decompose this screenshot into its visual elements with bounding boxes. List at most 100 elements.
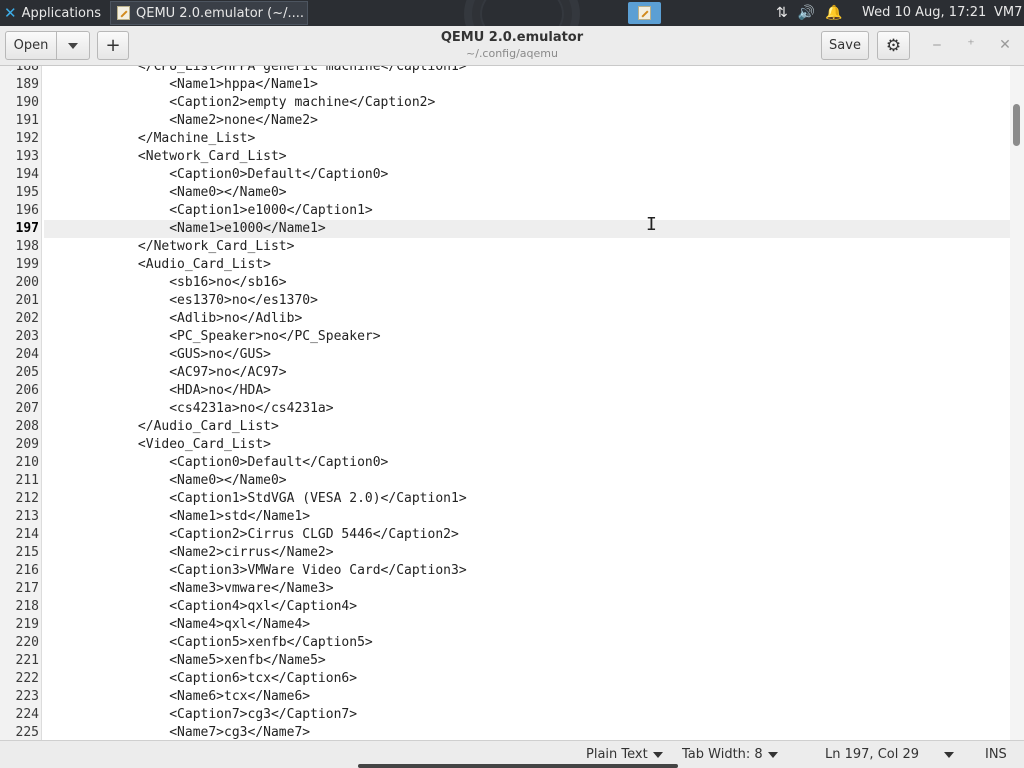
line-number: 197	[15, 221, 39, 236]
line-number: 216	[15, 563, 39, 578]
vertical-scrollbar[interactable]	[1010, 66, 1024, 740]
code-line[interactable]: <Caption0>Default</Caption0>	[44, 166, 1010, 184]
window-subtitle: ~/.config/aqemu	[466, 47, 558, 60]
line-number: 204	[15, 347, 39, 362]
user-menu[interactable]: VM7	[994, 0, 1024, 26]
line-number-gutter: 188 189 190 191 192 193 194 195 196 197 198 199 200 2…	[0, 66, 42, 740]
tab-width-label: Tab Width: 8	[682, 747, 763, 762]
header-bar: Open + QEMU 2.0.emulator ~/.config/aqemu…	[0, 26, 1024, 66]
code-line[interactable]: <Name6>tcx</Name6>	[44, 688, 1010, 706]
code-line[interactable]: <GUS>no</GUS>	[44, 346, 1010, 364]
code-line[interactable]: <Name1>hppa</Name1>	[44, 76, 1010, 94]
line-number: 225	[15, 725, 39, 740]
minimize-button[interactable]: ‒	[926, 34, 948, 56]
code-line[interactable]: <Name3>vmware</Name3>	[44, 580, 1010, 598]
code-line[interactable]: <Video_Card_List>	[44, 436, 1010, 454]
code-line[interactable]: <Name2>none</Name2>	[44, 112, 1010, 130]
line-number: 214	[15, 527, 39, 542]
line-number: 195	[15, 185, 39, 200]
code-line[interactable]: <es1370>no</es1370>	[44, 292, 1010, 310]
open-recent-button[interactable]	[56, 31, 90, 60]
notification-bell-icon[interactable]: 🔔	[825, 5, 842, 21]
code-line[interactable]: <Adlib>no</Adlib>	[44, 310, 1010, 328]
workspace-switcher[interactable]	[628, 2, 661, 24]
xfce-logo-icon: ✕	[4, 4, 17, 22]
code-line[interactable]: <Name7>cg3</Name7>	[44, 724, 1010, 740]
insert-mode-indicator[interactable]: INS	[985, 741, 1007, 768]
line-number: 222	[15, 671, 39, 686]
line-number: 215	[15, 545, 39, 560]
settings-button[interactable]: ⚙	[877, 31, 910, 60]
code-line[interactable]: <Name4>qxl</Name4>	[44, 616, 1010, 634]
volume-icon[interactable]: 🔊	[798, 5, 815, 21]
text-editor-view[interactable]: 188 189 190 191 192 193 194 195 196 197 198 199 200 2…	[0, 66, 1010, 740]
save-button[interactable]: Save	[821, 31, 869, 60]
code-line[interactable]: <Audio_Card_List>	[44, 256, 1010, 274]
text-content[interactable]: </CPU_List>HPPA generic machine</Caption…	[44, 66, 1010, 740]
code-line[interactable]: <Network_Card_List>	[44, 148, 1010, 166]
line-number: 202	[15, 311, 39, 326]
line-number: 200	[15, 275, 39, 290]
code-line[interactable]: <Caption1>e1000</Caption1>	[44, 202, 1010, 220]
window-title: QEMU 2.0.emulator	[440, 30, 584, 45]
code-line[interactable]: <HDA>no</HDA>	[44, 382, 1010, 400]
line-number: 211	[15, 473, 39, 488]
network-icon[interactable]: ⇅	[776, 5, 788, 21]
code-line[interactable]: <Caption2>empty machine</Caption2>	[44, 94, 1010, 112]
code-line[interactable]: </Audio_Card_List>	[44, 418, 1010, 436]
chevron-down-icon	[652, 751, 663, 758]
line-number: 207	[15, 401, 39, 416]
gear-icon: ⚙	[885, 35, 902, 56]
go-to-line-button[interactable]	[944, 741, 954, 768]
code-line[interactable]: <Caption1>StdVGA (VESA 2.0)</Caption1>	[44, 490, 1010, 508]
chevron-down-icon	[68, 42, 78, 49]
line-number: 201	[15, 293, 39, 308]
open-button[interactable]: Open	[5, 31, 57, 60]
code-line[interactable]: <Caption2>Cirrus CLGD 5446</Caption2>	[44, 526, 1010, 544]
code-line[interactable]: <PC_Speaker>no</PC_Speaker>	[44, 328, 1010, 346]
text-editor-icon	[638, 6, 651, 20]
chevron-down-icon	[767, 751, 778, 758]
text-editor-icon	[117, 6, 130, 20]
line-number: 217	[15, 581, 39, 596]
code-line[interactable]: <cs4231a>no</cs4231a>	[44, 400, 1010, 418]
code-line[interactable]: <Caption7>cg3</Caption7>	[44, 706, 1010, 724]
system-tray: ⇅ 🔊 🔔	[776, 0, 843, 26]
line-number: 220	[15, 635, 39, 650]
scrollbar-thumb[interactable]	[1013, 104, 1020, 146]
line-number: 193	[15, 149, 39, 164]
line-number: 218	[15, 599, 39, 614]
taskbar-item-qemu-editor[interactable]: QEMU 2.0.emulator (~/....	[110, 1, 308, 25]
code-line[interactable]: <Name5>xenfb</Name5>	[44, 652, 1010, 670]
line-number: 191	[15, 113, 39, 128]
line-number: 219	[15, 617, 39, 632]
cursor-position[interactable]: Ln 197, Col 29	[825, 741, 919, 768]
line-number: 194	[15, 167, 39, 182]
code-line[interactable]: <Name1>std</Name1>	[44, 508, 1010, 526]
panel-clock[interactable]: Wed 10 Aug, 17:21	[862, 0, 986, 26]
tab-width-selector[interactable]: Tab Width: 8	[682, 741, 778, 768]
code-line[interactable]: <sb16>no</sb16>	[44, 274, 1010, 292]
maximize-button[interactable]: ⁺	[960, 34, 982, 56]
current-code-line[interactable]: <Name1>e1000</Name1>	[44, 220, 1010, 238]
code-line[interactable]: <Caption6>tcx</Caption6>	[44, 670, 1010, 688]
code-line[interactable]: <Caption3>VMWare Video Card</Caption3>	[44, 562, 1010, 580]
new-tab-button[interactable]: +	[97, 31, 129, 60]
code-line[interactable]: <Caption0>Default</Caption0>	[44, 454, 1010, 472]
code-line[interactable]: </Network_Card_List>	[44, 238, 1010, 256]
line-number: 190	[15, 95, 39, 110]
code-line[interactable]: </CPU_List>HPPA generic machine</Caption…	[44, 66, 1010, 76]
horizontal-scrollbar[interactable]	[358, 764, 678, 768]
code-line[interactable]: <Name0></Name0>	[44, 472, 1010, 490]
code-line[interactable]: <AC97>no</AC97>	[44, 364, 1010, 382]
code-line[interactable]: <Name2>cirrus</Name2>	[44, 544, 1010, 562]
applications-menu[interactable]: ✕ Applications	[0, 0, 108, 26]
line-number: 189	[15, 77, 39, 92]
code-line[interactable]: <Caption4>qxl</Caption4>	[44, 598, 1010, 616]
code-line[interactable]: <Name0></Name0>	[44, 184, 1010, 202]
close-button[interactable]: ✕	[994, 34, 1016, 56]
code-line[interactable]: <Caption5>xenfb</Caption5>	[44, 634, 1010, 652]
line-number: 188	[15, 66, 39, 74]
line-number: 206	[15, 383, 39, 398]
code-line[interactable]: </Machine_List>	[44, 130, 1010, 148]
